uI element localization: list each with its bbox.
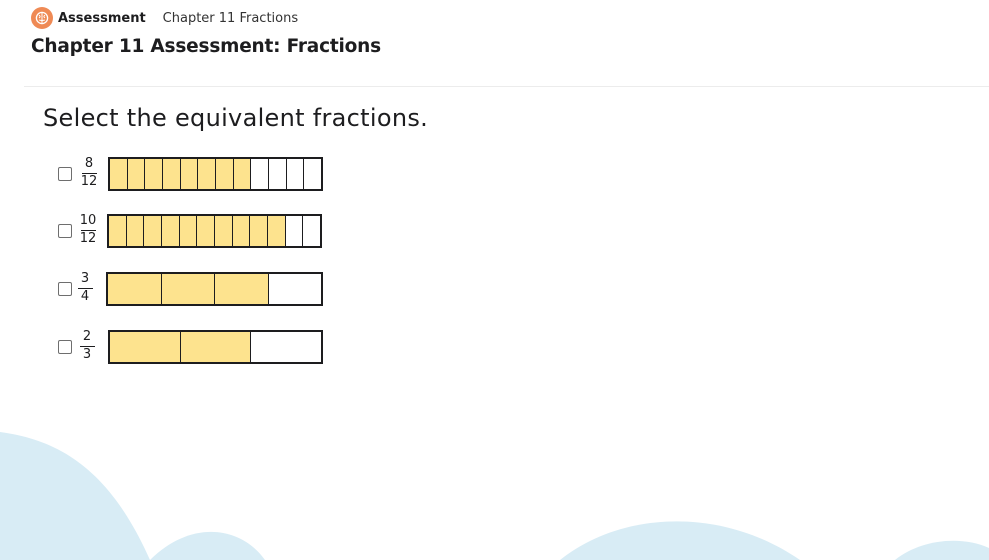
top-bar: Assessment Chapter 11 Fractions	[31, 7, 298, 29]
fraction-bar[interactable]	[108, 330, 323, 364]
fraction-denominator: 4	[80, 289, 90, 305]
fraction-denominator: 12	[79, 231, 97, 247]
shaded-part	[109, 216, 127, 246]
shaded-part	[233, 159, 252, 189]
shaded-part	[232, 216, 251, 246]
fraction-denominator: 3	[82, 347, 92, 363]
empty-part	[251, 159, 270, 189]
fraction-numerator: 3	[80, 271, 90, 286]
shaded-part	[197, 216, 216, 246]
shaded-part	[127, 159, 146, 189]
fraction-denominator: 12	[80, 174, 98, 190]
shaded-part	[161, 274, 215, 304]
shaded-part	[250, 216, 269, 246]
option-checkbox[interactable]	[58, 167, 72, 181]
shaded-part	[110, 159, 128, 189]
shaded-part	[163, 159, 181, 189]
option-checkbox[interactable]	[58, 282, 72, 296]
question-prompt: Select the equivalent fractions.	[43, 104, 429, 132]
header-divider	[24, 86, 989, 87]
empty-part	[287, 159, 305, 189]
breadcrumb[interactable]: Chapter 11 Fractions	[163, 11, 298, 26]
page-title: Chapter 11 Assessment: Fractions	[31, 36, 381, 57]
shaded-part	[179, 216, 198, 246]
empty-part	[286, 216, 304, 246]
shaded-part	[144, 216, 163, 246]
fraction-numerator: 10	[79, 213, 97, 228]
app-name[interactable]: Assessment	[58, 11, 146, 26]
option-checkbox[interactable]	[58, 340, 72, 354]
shaded-part	[180, 159, 199, 189]
brain-icon[interactable]	[31, 7, 53, 29]
shaded-part	[198, 159, 217, 189]
shaded-part	[145, 159, 164, 189]
fraction-bar[interactable]	[108, 157, 323, 191]
empty-part	[269, 159, 287, 189]
fraction-label: 8 12	[80, 157, 98, 189]
fraction-numerator: 8	[84, 156, 94, 171]
shaded-part	[268, 216, 286, 246]
empty-part	[303, 216, 320, 246]
empty-part	[269, 274, 322, 304]
fraction-label: 23	[78, 330, 96, 362]
shaded-part	[110, 332, 181, 362]
shaded-part	[162, 216, 180, 246]
option-checkbox[interactable]	[58, 224, 72, 238]
shaded-part	[216, 159, 234, 189]
fraction-bar[interactable]	[107, 214, 322, 248]
fraction-label: 34	[76, 272, 94, 304]
shaded-part	[215, 216, 233, 246]
empty-part	[304, 159, 321, 189]
fraction-bar[interactable]	[106, 272, 323, 306]
fraction-label: 10 12	[79, 214, 97, 246]
shaded-part	[108, 274, 162, 304]
shaded-part	[215, 274, 269, 304]
fraction-numerator: 2	[82, 329, 92, 344]
shaded-part	[126, 216, 145, 246]
empty-part	[251, 332, 321, 362]
shaded-part	[180, 332, 252, 362]
